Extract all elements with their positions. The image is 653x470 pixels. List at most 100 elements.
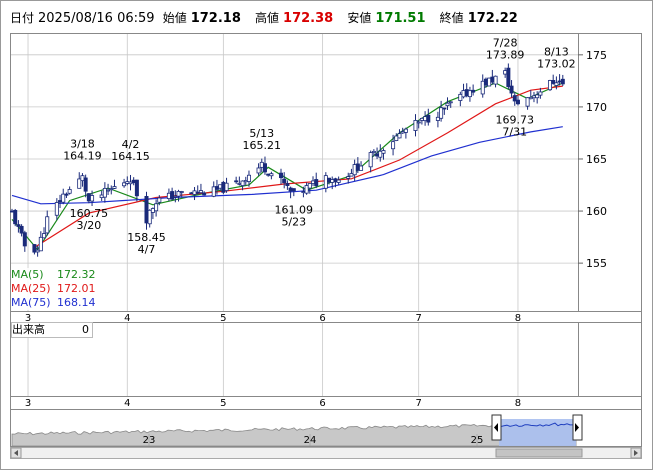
ma25-value: 172.01 (57, 282, 96, 295)
x-tick-label: 5 (220, 398, 226, 409)
candle-body (285, 183, 290, 186)
candle-body (554, 82, 559, 86)
candle-body (442, 107, 447, 110)
candle-body (515, 99, 520, 105)
candle-body (538, 91, 543, 96)
x-tick-label: 8 (515, 398, 521, 409)
candle-body (54, 202, 59, 216)
candle-body (423, 116, 428, 122)
candle-body (106, 189, 111, 192)
volume-legend: 出来高 0 (11, 322, 93, 338)
candle-body (471, 89, 476, 93)
candle-body (189, 192, 194, 195)
candle-body (439, 107, 444, 119)
candle-body (134, 179, 139, 197)
candle-body (400, 131, 405, 134)
candle-body (269, 173, 274, 177)
candle-body (551, 80, 556, 84)
candle-body (483, 78, 488, 86)
candle-body (80, 175, 85, 182)
close-value: 172.22 (467, 11, 518, 26)
candle-body (109, 188, 114, 191)
ma75-value: 168.14 (57, 296, 96, 309)
candle-body (99, 194, 104, 199)
candle-body (458, 93, 463, 101)
candle-body (64, 193, 69, 196)
candle-body (90, 195, 95, 202)
candle-body (83, 177, 88, 192)
date-value: 2025/08/16 06:59 (38, 11, 155, 26)
candle-body (154, 203, 159, 212)
candle-body (314, 179, 319, 187)
navigator-left-handle[interactable] (491, 414, 502, 441)
candle-body (16, 224, 21, 227)
candle-body (259, 161, 264, 168)
candle-body (323, 175, 328, 189)
candle-body (535, 94, 540, 99)
candle-body (35, 249, 40, 253)
y-tick-label: 165 (586, 153, 607, 166)
candle-body (256, 167, 261, 174)
candle-body (221, 181, 226, 193)
ohlc-header: 日付 2025/08/16 06:59 始値 172.18 高値 172.38 安値 1… (10, 6, 642, 30)
candle-body (224, 182, 229, 191)
candle-body (560, 78, 565, 85)
candle-body (173, 195, 178, 198)
ma5-value: 172.32 (57, 268, 96, 281)
candle-body (464, 89, 469, 97)
y-tick-label: 175 (586, 49, 607, 62)
candle-body (58, 200, 63, 203)
candle-body (198, 190, 203, 194)
volume-value: 0 (82, 323, 89, 336)
candle-body (333, 178, 338, 183)
candle-body (237, 182, 242, 185)
candle-body (371, 150, 376, 154)
date-label: 日付 (10, 11, 35, 25)
x-tick-label: 6 (319, 398, 325, 409)
candle-body (102, 187, 107, 198)
candle-body (61, 193, 66, 203)
candle-body (531, 95, 536, 99)
candle-body (525, 97, 530, 107)
scrollbar-thumb[interactable] (495, 448, 583, 458)
candle-body (503, 70, 508, 75)
candle-body (330, 179, 335, 183)
x-tick-label: 3 (25, 398, 31, 409)
candle-body (22, 232, 27, 247)
candle-body (547, 80, 552, 91)
candle-body (282, 178, 287, 184)
candle-body (487, 77, 492, 87)
navigator-right-handle[interactable] (572, 414, 583, 441)
candle-body (131, 179, 136, 184)
candle-body (301, 191, 306, 193)
candle-body (403, 128, 408, 133)
candle-body (509, 85, 514, 94)
candle-body (291, 188, 296, 192)
candle-body (170, 191, 175, 200)
candle-body (448, 101, 453, 104)
annotation-price: 164.19 (63, 149, 102, 162)
candle-body (480, 80, 485, 95)
candle-body (304, 185, 309, 194)
candle-body (512, 95, 517, 102)
candle-body (147, 209, 152, 225)
candle-body (311, 180, 316, 184)
high-label: 高値 (255, 11, 280, 25)
candle-body (202, 192, 207, 196)
y-tick-label: 155 (586, 257, 607, 270)
candle-body (234, 180, 239, 183)
candle-body (211, 186, 216, 197)
candle-body (359, 165, 364, 171)
candle-body (13, 209, 18, 225)
ma75-name: MA(75) (11, 296, 51, 309)
candle-body (262, 163, 267, 173)
navigator-tick-label: 23 (143, 435, 156, 446)
navigator-selection[interactable] (499, 419, 576, 446)
candle-body (336, 179, 341, 183)
close-label: 終値 (439, 11, 464, 25)
open-label: 始値 (162, 11, 187, 25)
annotation-price: 173.02 (537, 57, 576, 70)
candle-body (246, 174, 251, 182)
candle-body (288, 187, 293, 192)
ma5-name: MA(5) (11, 268, 44, 281)
